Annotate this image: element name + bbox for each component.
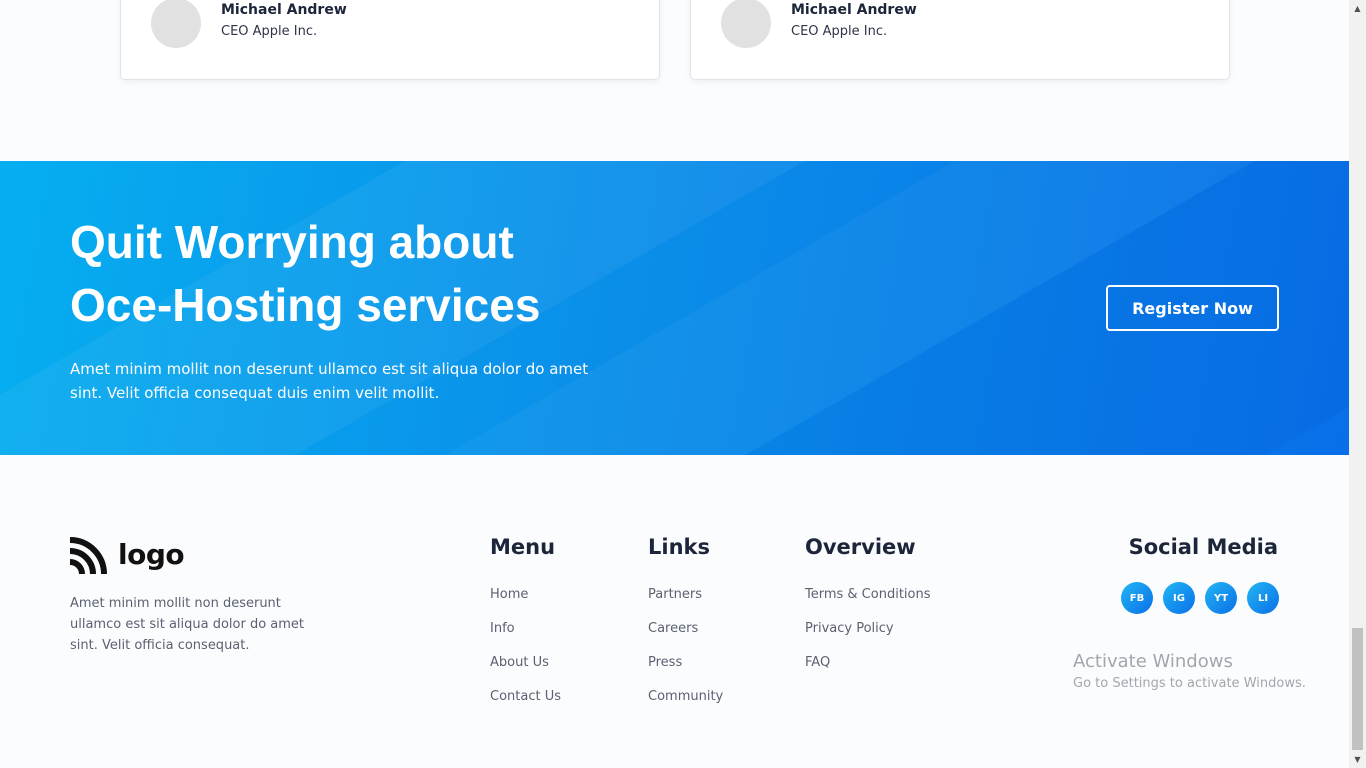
cta-heading: Quit Worrying about Oce-Hosting services (70, 211, 710, 337)
instagram-icon[interactable]: IG (1163, 582, 1195, 614)
menu-heading: Menu (490, 535, 556, 559)
footer-link-community[interactable]: Community (648, 689, 723, 704)
footer-link-careers[interactable]: Careers (648, 621, 698, 636)
testimonial-name: Michael Andrew (221, 2, 347, 18)
scroll-thumb[interactable] (1352, 628, 1363, 750)
links-heading: Links (648, 535, 710, 559)
logo-icon (70, 537, 107, 574)
testimonial-role: CEO Apple Inc. (791, 24, 888, 39)
footer-link-terms[interactable]: Terms & Conditions (805, 587, 931, 602)
footer-link-privacy-policy[interactable]: Privacy Policy (805, 621, 894, 636)
avatar (151, 0, 201, 48)
footer-link-info[interactable]: Info (490, 621, 515, 636)
activate-windows-subtitle: Go to Settings to activate Windows. (1073, 676, 1306, 691)
avatar (721, 0, 771, 48)
testimonial-card: Michael Andrew CEO Apple Inc. (120, 0, 660, 80)
linkedin-icon[interactable]: LI (1247, 582, 1279, 614)
facebook-icon[interactable]: FB (1121, 582, 1153, 614)
register-now-button[interactable]: Register Now (1106, 285, 1279, 331)
scroll-down-arrow-icon[interactable]: ▼ (1349, 751, 1366, 768)
cta-heading-line-2: Oce-Hosting services (70, 279, 541, 331)
footer-link-contact-us[interactable]: Contact Us (490, 689, 561, 704)
footer-link-home[interactable]: Home (490, 587, 528, 602)
testimonial-name: Michael Andrew (791, 2, 917, 18)
scroll-up-arrow-icon[interactable]: ▲ (1349, 0, 1366, 17)
footer-link-about-us[interactable]: About Us (490, 655, 549, 670)
logo[interactable]: logo (70, 534, 185, 574)
footer-about-text: Amet minim mollit non deserunt ullamco e… (70, 596, 305, 653)
activate-windows-title: Activate Windows (1073, 651, 1233, 672)
social-media-heading: Social Media (1128, 535, 1278, 559)
footer-link-press[interactable]: Press (648, 655, 682, 670)
testimonial-card: Michael Andrew CEO Apple Inc. (690, 0, 1230, 80)
cta-heading-line-1: Quit Worrying about (70, 216, 514, 268)
testimonial-role: CEO Apple Inc. (221, 24, 318, 39)
footer-menu-column: Menu Home Info About Us Contact Us (490, 535, 561, 719)
footer-overview-column: Overview Terms & Conditions Privacy Poli… (805, 535, 931, 685)
cta-banner: Quit Worrying about Oce-Hosting services… (0, 161, 1349, 455)
vertical-scrollbar[interactable]: ▲ ▼ (1349, 0, 1366, 768)
youtube-icon[interactable]: YT (1205, 582, 1237, 614)
footer-link-faq[interactable]: FAQ (805, 655, 830, 670)
footer-links-column: Links Partners Careers Press Community (648, 535, 723, 719)
social-icons: FB IG YT LI (1121, 582, 1279, 614)
footer-link-partners[interactable]: Partners (648, 587, 702, 602)
cta-description: Amet minim mollit non deserunt ullamco e… (70, 360, 589, 402)
overview-heading: Overview (805, 535, 916, 559)
logo-text: logo (118, 537, 185, 571)
